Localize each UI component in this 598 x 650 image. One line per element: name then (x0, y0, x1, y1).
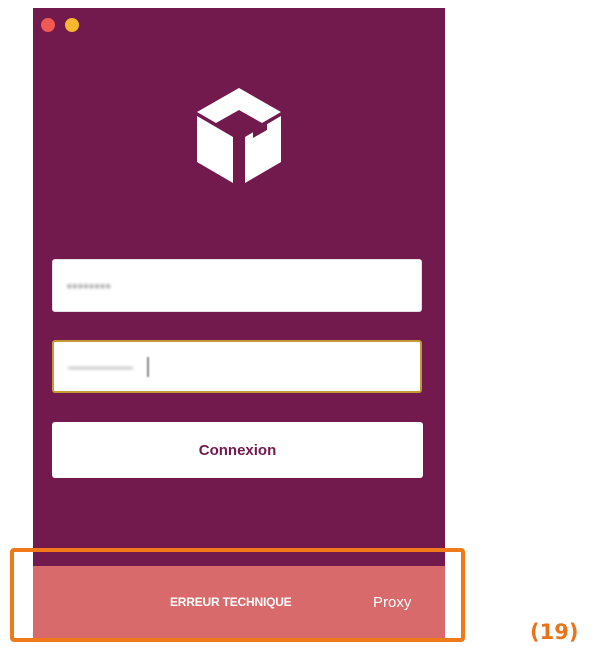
username-value: •••••••• (67, 278, 112, 293)
password-field[interactable]: ————— (52, 340, 422, 393)
username-field[interactable]: •••••••• (52, 259, 422, 312)
minimize-window-button[interactable] (65, 18, 79, 32)
highlight-annotation-box (10, 548, 465, 642)
window-controls (41, 18, 79, 32)
text-caret (147, 357, 149, 377)
page: •••••••• ————— Connexion ERREUR TECHNIQU… (0, 0, 598, 650)
app-window: •••••••• ————— Connexion ERREUR TECHNIQU… (33, 8, 445, 640)
password-value: ————— (68, 359, 133, 374)
close-window-button[interactable] (41, 18, 55, 32)
parcel-box-icon (197, 88, 281, 183)
connect-button[interactable]: Connexion (52, 422, 423, 478)
figure-number-label: (19) (530, 620, 579, 644)
